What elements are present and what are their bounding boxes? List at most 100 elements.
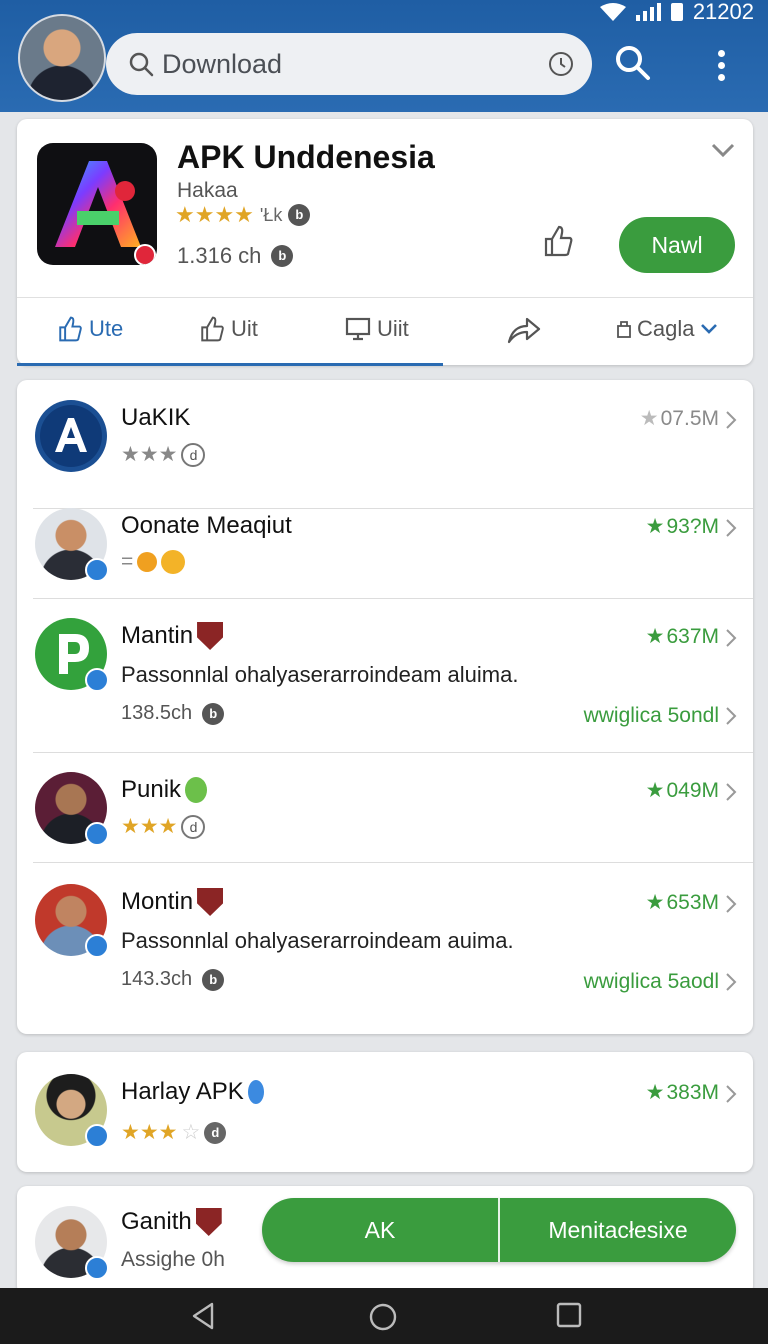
rating-extra: 'Łk bbox=[259, 204, 283, 225]
search-button-icon[interactable] bbox=[614, 44, 652, 82]
app-size: 1.316 ch b bbox=[177, 243, 294, 269]
chevron-right-icon[interactable] bbox=[725, 894, 737, 914]
tab-uit[interactable]: Uit bbox=[199, 316, 258, 342]
star-icon: ★ bbox=[645, 1081, 665, 1104]
star-rating-icon: ★★★ d bbox=[121, 442, 206, 467]
secondary-action-button[interactable]: Menitacłesixe bbox=[500, 1198, 736, 1262]
info-icon: b bbox=[202, 702, 225, 725]
app-name: Ganith bbox=[121, 1208, 222, 1236]
chevron-right-icon[interactable] bbox=[725, 410, 737, 430]
star-icon: ★ bbox=[639, 407, 659, 430]
divider bbox=[33, 752, 753, 753]
download-count: ★ 93?M bbox=[645, 514, 719, 539]
chevron-right-icon[interactable] bbox=[725, 518, 737, 538]
chevron-right-icon[interactable] bbox=[725, 628, 737, 648]
search-icon bbox=[129, 52, 154, 77]
app-avatar bbox=[35, 772, 109, 846]
app-avatar bbox=[35, 1206, 109, 1280]
search-bar[interactable]: Download bbox=[106, 33, 592, 95]
tab-label: Uiit bbox=[377, 316, 409, 341]
tab-label: Uit bbox=[231, 316, 258, 341]
tab-uiit[interactable]: Uiit bbox=[345, 316, 409, 342]
profile-avatar[interactable] bbox=[18, 14, 106, 102]
chevron-right-icon[interactable] bbox=[725, 972, 737, 992]
thumbs-up-icon bbox=[59, 316, 82, 342]
emoji-icon bbox=[161, 550, 186, 574]
chevron-right-icon[interactable] bbox=[725, 706, 737, 726]
list-item[interactable]: Mantin Passonnlal ohalyaserarroindeam al… bbox=[33, 616, 753, 753]
list-item[interactable]: Montin Passonnlal ohalyaserarroindeam au… bbox=[33, 882, 737, 1018]
tab-share[interactable] bbox=[507, 316, 541, 344]
tab-label: Ute bbox=[89, 316, 124, 341]
star-icon: ★ bbox=[645, 515, 665, 538]
app-meta: = bbox=[121, 550, 186, 574]
chevron-right-icon[interactable] bbox=[725, 782, 737, 802]
app-name: Punik bbox=[121, 776, 208, 804]
info-icon: b bbox=[202, 968, 225, 991]
tab-label: Cagla bbox=[637, 316, 695, 341]
status-bar: 21202 bbox=[599, 0, 754, 24]
install-button[interactable]: Nawl bbox=[619, 217, 735, 273]
app-list-card: Harlay APK ★★★ ☆ d ★ 383M bbox=[17, 1052, 753, 1172]
app-name: Harlay APK bbox=[121, 1078, 264, 1106]
recents-icon[interactable] bbox=[556, 1302, 582, 1328]
ak-button[interactable]: AK bbox=[262, 1198, 498, 1262]
app-rating: ★★★★ 'Łk b bbox=[175, 202, 311, 228]
chevron-right-icon[interactable] bbox=[725, 1084, 737, 1104]
status-time: 21202 bbox=[692, 0, 754, 24]
app-name: Mantin bbox=[121, 622, 224, 650]
info-icon: b bbox=[288, 204, 311, 226]
chevron-down-icon[interactable] bbox=[711, 143, 735, 157]
app-logo-icon bbox=[37, 143, 157, 265]
thumbs-up-icon[interactable] bbox=[543, 225, 573, 257]
divider bbox=[33, 862, 753, 863]
app-size-text: 1.316 ch bbox=[177, 243, 262, 268]
app-size: 138.5ch b bbox=[121, 702, 225, 725]
more-options-icon[interactable] bbox=[718, 50, 725, 81]
share-icon bbox=[507, 317, 541, 344]
app-avatar bbox=[35, 400, 107, 472]
app-description: Passonnlal ohalyaserarroindeam aluima. bbox=[121, 662, 519, 687]
shield-icon bbox=[197, 888, 224, 916]
app-list-card: UaKIK ★★★ d ★ 07.5M Oonate Meaqiut = ★ 93?… bbox=[17, 380, 753, 1034]
clock-icon[interactable] bbox=[548, 51, 574, 77]
star-rating-icon: ★★★★ bbox=[175, 202, 254, 227]
battery-icon bbox=[670, 3, 683, 21]
app-developer: Hakaa bbox=[177, 179, 238, 202]
info-icon: b bbox=[271, 245, 294, 267]
chevron-down-icon bbox=[701, 324, 718, 334]
developer-link[interactable]: wwiglica 5aodl bbox=[584, 970, 719, 994]
star-icon: ★ bbox=[645, 625, 665, 648]
leaf-icon bbox=[185, 777, 208, 803]
tab-ute[interactable]: Ute bbox=[57, 316, 123, 342]
download-count: ★ 049M bbox=[645, 778, 719, 803]
shield-icon bbox=[197, 622, 224, 650]
home-icon[interactable] bbox=[368, 1302, 398, 1332]
back-icon[interactable] bbox=[190, 1302, 216, 1330]
list-item[interactable]: Oonate Meaqiut = ★ 93?M bbox=[33, 506, 753, 599]
app-avatar bbox=[35, 884, 109, 958]
app-top-bar: 21202 Download bbox=[0, 0, 768, 112]
app-name: Montin bbox=[121, 888, 224, 916]
search-input[interactable]: Download bbox=[162, 49, 282, 80]
drop-icon bbox=[247, 1080, 264, 1104]
developer-link[interactable]: wwiglica 5ondl bbox=[584, 704, 719, 728]
list-item[interactable]: Harlay APK ★★★ ☆ d ★ 383M bbox=[33, 1074, 737, 1154]
action-button-group: AK Menitacłesixe bbox=[262, 1198, 736, 1262]
app-size: 143.3ch b bbox=[121, 968, 225, 991]
shield-icon bbox=[195, 1208, 222, 1236]
signal-icon bbox=[635, 3, 661, 21]
list-item[interactable]: UaKIK ★★★ d ★ 07.5M bbox=[33, 398, 753, 509]
coin-icon bbox=[137, 552, 158, 572]
filter-icon bbox=[617, 321, 631, 338]
divider bbox=[33, 598, 753, 599]
list-item[interactable]: Punik ★★★ d ★ 049M bbox=[33, 770, 753, 863]
thumbs-up-outline-icon bbox=[201, 316, 224, 342]
star-rating-icon: ★★★ ☆ d bbox=[121, 1120, 227, 1145]
tab-cagla[interactable]: Cagla bbox=[617, 316, 718, 342]
tab-bar: Ute Uit Uiit Cagla bbox=[17, 297, 753, 366]
tab-indicator bbox=[17, 363, 443, 366]
app-avatar bbox=[35, 508, 109, 582]
star-icon: ★ bbox=[645, 891, 665, 914]
app-name: Oonate Meaqiut bbox=[121, 512, 292, 539]
